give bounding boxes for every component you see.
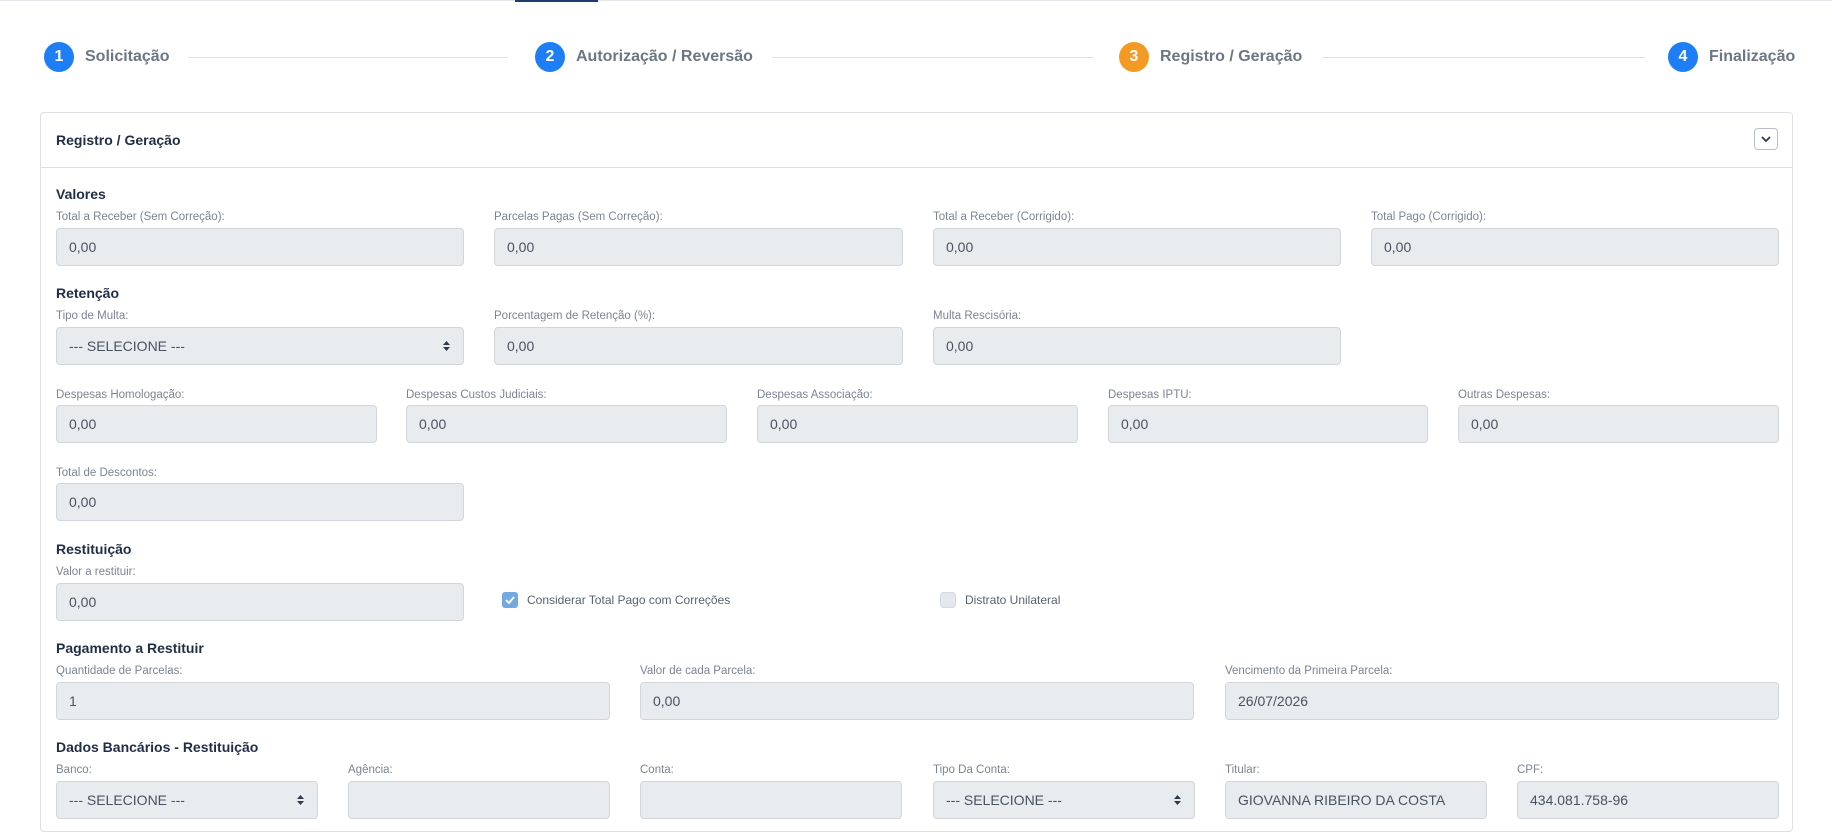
sort-arrows-icon [443, 341, 450, 351]
label-tipo-conta: Tipo Da Conta: [933, 764, 1010, 776]
step-finalizacao[interactable]: 4 Finalização [1668, 42, 1795, 72]
despesas-homologacao-field[interactable]: 0,00 [56, 405, 377, 443]
step-autorizacao[interactable]: 2 Autorização / Reversão [535, 42, 753, 72]
total-receber-sem-field[interactable]: 0,00 [56, 228, 464, 266]
tipo-multa-select[interactable]: --- SELECIONE --- [56, 327, 464, 365]
section-valores: Valores [56, 186, 106, 202]
label-total-descontos: Total de Descontos: [56, 467, 158, 479]
progress-stepper: 1 Solicitação 2 Autorização / Reversão 3… [44, 42, 1795, 72]
agencia-field[interactable] [348, 781, 610, 819]
valor-parcela-field[interactable]: 0,00 [640, 682, 1194, 720]
multa-rescisoria-field[interactable]: 0,00 [933, 327, 1341, 365]
label-agencia: Agência: [348, 764, 393, 776]
label-despesas-homologacao: Despesas Homologação: [56, 389, 185, 401]
label-total-receber-corr: Total a Receber (Corrigido): [933, 211, 1075, 223]
step-label: Registro / Geração [1160, 48, 1303, 65]
step-connector [772, 57, 1094, 58]
label-parcelas-pagas-sem: Parcelas Pagas (Sem Correção): [494, 211, 663, 223]
considerar-total-label: Considerar Total Pago com Correções [527, 593, 731, 607]
label-titular: Titular: [1225, 764, 1260, 776]
card-title: Registro / Geração [56, 132, 181, 148]
tipo-conta-value: --- SELECIONE --- [946, 792, 1062, 808]
valor-restituir-field[interactable]: 0,00 [56, 583, 464, 621]
sort-arrows-icon [1174, 795, 1181, 805]
step-solicitacao[interactable]: 1 Solicitação [44, 42, 169, 72]
considerar-total-checkbox[interactable]: Considerar Total Pago com Correções [502, 592, 730, 608]
section-bancarios: Dados Bancários - Restituição [56, 739, 259, 755]
step-connector [1322, 57, 1645, 58]
label-banco: Banco: [56, 764, 92, 776]
checkbox-unchecked[interactable] [940, 592, 956, 608]
chevron-down-icon [1761, 135, 1771, 142]
checkbox-checked[interactable] [502, 592, 518, 608]
distrato-unilateral-checkbox[interactable]: Distrato Unilateral [940, 592, 1060, 608]
cpf-field[interactable]: 434.081.758-96 [1517, 781, 1779, 819]
step-label: Finalização [1709, 48, 1796, 65]
despesas-iptu-field[interactable]: 0,00 [1108, 405, 1428, 443]
section-retencao: Retenção [56, 285, 120, 301]
card-header: Registro / Geração [41, 113, 1792, 168]
label-porcentagem: Porcentagem de Retenção (%): [494, 310, 656, 322]
label-quantidade-parcelas: Quantidade de Parcelas: [56, 665, 183, 677]
parcelas-pagas-sem-field[interactable]: 0,00 [494, 228, 903, 266]
label-tipo-multa: Tipo de Multa: [56, 310, 129, 322]
porcentagem-field[interactable]: 0,00 [494, 327, 903, 365]
label-valor-parcela: Valor de cada Parcela: [640, 665, 756, 677]
label-total-pago-corr: Total Pago (Corrigido): [1371, 211, 1487, 223]
titular-field[interactable]: GIOVANNA RIBEIRO DA COSTA [1225, 781, 1487, 819]
despesas-associacao-field[interactable]: 0,00 [757, 405, 1078, 443]
step-label: Autorização / Reversão [576, 48, 753, 65]
distrato-unilateral-label: Distrato Unilateral [965, 593, 1061, 607]
label-cpf: CPF: [1517, 764, 1544, 776]
registro-card: Registro / Geração [40, 112, 1793, 832]
label-outras-despesas: Outras Despesas: [1458, 389, 1551, 401]
label-vencimento: Vencimento da Primeira Parcela: [1225, 665, 1393, 677]
label-despesas-iptu: Despesas IPTU: [1108, 389, 1192, 401]
tipo-conta-select[interactable]: --- SELECIONE --- [933, 781, 1195, 819]
collapse-button[interactable] [1754, 128, 1778, 150]
despesas-custos-field[interactable]: 0,00 [406, 405, 727, 443]
label-total-receber-sem: Total a Receber (Sem Correção): [56, 211, 225, 223]
conta-field[interactable] [640, 781, 902, 819]
banco-select[interactable]: --- SELECIONE --- [56, 781, 318, 819]
step-number: 2 [535, 42, 565, 72]
section-restituicao: Restituição [56, 541, 132, 557]
quantidade-parcelas-field[interactable]: 1 [56, 682, 610, 720]
total-descontos-field[interactable]: 0,00 [56, 483, 464, 521]
step-number: 3 [1119, 42, 1149, 72]
banco-value: --- SELECIONE --- [69, 792, 185, 808]
total-pago-corr-field[interactable]: 0,00 [1371, 228, 1779, 266]
label-despesas-associacao: Despesas Associação: [757, 389, 873, 401]
step-registro[interactable]: 3 Registro / Geração [1119, 42, 1302, 72]
section-pagamento: Pagamento a Restituir [56, 640, 204, 656]
total-receber-corr-field[interactable]: 0,00 [933, 228, 1341, 266]
tipo-multa-value: --- SELECIONE --- [69, 338, 185, 354]
active-tab-indicator [515, 0, 598, 2]
step-label: Solicitação [85, 48, 170, 65]
sort-arrows-icon [297, 795, 304, 805]
label-valor-restituir: Valor a restituir: [56, 566, 136, 578]
label-despesas-custos: Despesas Custos Judiciais: [406, 389, 547, 401]
vencimento-field[interactable]: 26/07/2026 [1225, 682, 1779, 720]
step-connector [188, 57, 508, 58]
label-conta: Conta: [640, 764, 674, 776]
top-border [0, 0, 1832, 1]
label-multa-rescisoria: Multa Rescisória: [933, 310, 1022, 322]
step-number: 1 [44, 42, 74, 72]
step-number: 4 [1668, 42, 1698, 72]
outras-despesas-field[interactable]: 0,00 [1458, 405, 1779, 443]
check-icon [505, 596, 515, 604]
